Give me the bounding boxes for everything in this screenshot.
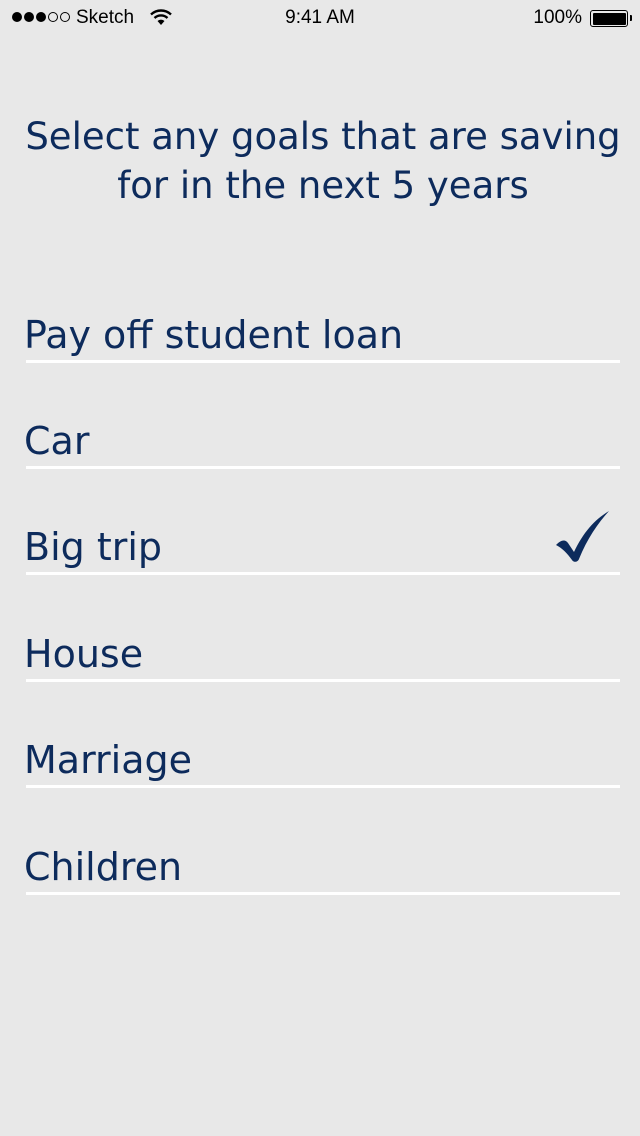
divider (26, 785, 620, 788)
goal-label: House (24, 632, 144, 676)
battery-percent: 100% (533, 7, 582, 28)
goal-item-big-trip[interactable]: Big trip (24, 495, 620, 575)
goal-item-children[interactable]: Children (24, 815, 620, 895)
checkmark-icon (556, 511, 609, 562)
divider (26, 679, 620, 682)
battery-icon (590, 10, 632, 27)
goal-label: Car (24, 419, 90, 463)
divider (26, 360, 620, 363)
status-bar: Sketch 9:41 AM 100% (0, 0, 640, 40)
goal-label: Children (24, 845, 183, 889)
goal-label: Marriage (24, 738, 192, 782)
goal-item-marriage[interactable]: Marriage (24, 708, 620, 788)
page-title: Select any goals that are saving for in … (25, 115, 621, 207)
divider (26, 572, 620, 575)
divider (26, 892, 620, 895)
divider (26, 466, 620, 469)
goal-item-house[interactable]: House (24, 602, 620, 682)
goal-label: Big trip (24, 525, 163, 569)
goal-item-car[interactable]: Car (24, 389, 620, 469)
goal-label: Pay off student loan (24, 313, 404, 357)
goal-item-pay-off-student-loan[interactable]: Pay off student loan (24, 283, 620, 363)
